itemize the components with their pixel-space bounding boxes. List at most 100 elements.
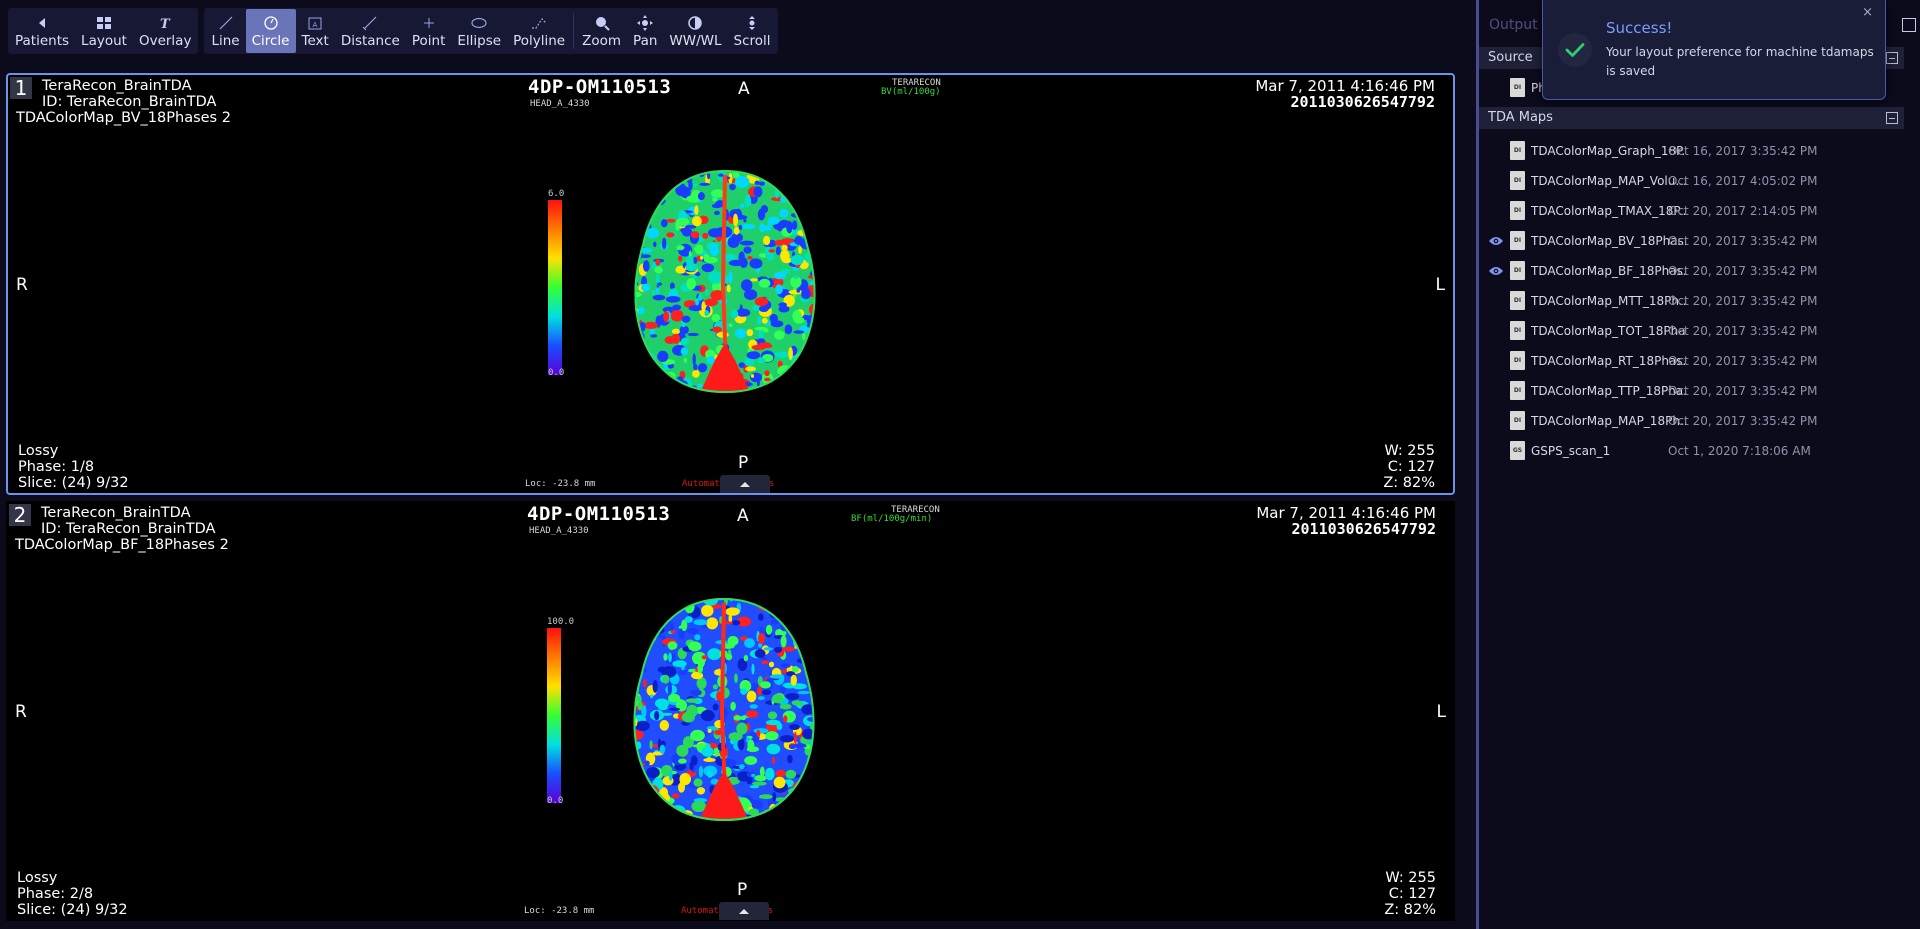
brain-perfusion-map[interactable]	[619, 593, 829, 823]
ellipse-tool-button[interactable]: Ellipse	[451, 9, 507, 53]
section-header-tda-maps[interactable]: TDA Maps	[1479, 107, 1904, 129]
series-date: Oct 20, 2017 3:35:42 PM	[1668, 354, 1818, 368]
viewport-1[interactable]: 1 TeraRecon_BrainTDA ID: TeraRecon_Brain…	[6, 73, 1455, 495]
point-tool-button[interactable]: Point	[406, 9, 452, 53]
series-item[interactable]: DI TDAColorMap_BV_18Phas... Oct 20, 2017 3…	[1479, 226, 1919, 256]
tool-label: Zoom	[582, 33, 622, 49]
orientation-bottom: P	[737, 880, 748, 900]
colorbar-max: 100.0	[547, 617, 575, 627]
expand-panel-icon[interactable]	[1902, 18, 1916, 32]
pan-icon	[637, 13, 654, 32]
dicom-file-icon: DI	[1510, 381, 1525, 400]
series-item[interactable]: DI TDAColorMap_MAP_Volu... Oct 16, 2017 4:…	[1479, 166, 1919, 196]
collapse-source-button[interactable]	[1886, 52, 1898, 64]
window-width: W: 255	[1384, 443, 1435, 459]
circle-icon	[263, 13, 279, 32]
series-item[interactable]: DI TDAColorMap_MTT_18Ph... Oct 20, 2017 3:…	[1479, 286, 1919, 316]
distance-tool-button[interactable]: Distance	[335, 9, 406, 53]
orientation-right: L	[1435, 275, 1445, 295]
series-name: TDAColorMap_TTP_18Pha...	[1531, 384, 1686, 398]
tool-label: Scroll	[733, 33, 771, 49]
zoom-level: Z: 82%	[1384, 902, 1436, 918]
zoom-tool-button[interactable]: Zoom	[576, 9, 627, 53]
series-date: Oct 16, 2017 4:05:02 PM	[1668, 174, 1818, 188]
ww-wl-tool-button[interactable]: WW/WL	[663, 9, 727, 53]
location-label: Loc: -23.8 mm	[524, 906, 595, 916]
study-subtitle: HEAD_A_4330	[529, 526, 589, 536]
app-root: Patients Layout T Overlay Line Circle A Text Di…	[0, 0, 1920, 929]
brain-perfusion-map[interactable]	[620, 165, 830, 395]
overlay-bottom-right: W: 255 C: 127 Z: 82%	[1384, 870, 1436, 918]
eye-icon[interactable]	[1488, 265, 1504, 277]
patient-name: TeraRecon_BrainTDA	[42, 78, 192, 94]
polyline-tool-button[interactable]: Polyline	[507, 9, 571, 53]
close-icon[interactable]: ×	[1862, 5, 1873, 20]
tool-label: Polyline	[513, 33, 566, 49]
dicom-file-icon: DI	[1510, 291, 1525, 310]
tool-label: Ellipse	[457, 33, 502, 49]
overlay-tool-button[interactable]: T Overlay	[133, 9, 197, 53]
colorbar-min: 0.0	[547, 796, 564, 806]
line-icon	[218, 13, 234, 32]
tool-label: Circle	[251, 33, 290, 49]
expand-panel-button[interactable]	[719, 902, 769, 920]
distance-icon	[362, 13, 378, 32]
series-item[interactable]: DI TDAColorMap_RT_18Phas... Oct 20, 2017 3…	[1479, 346, 1919, 376]
viewport-number: 1	[10, 77, 32, 99]
series-item[interactable]: DI TDAColorMap_TTP_18Pha... Oct 20, 2017 3…	[1479, 376, 1919, 406]
layout-tool-button[interactable]: Layout	[75, 9, 133, 53]
study-date: Mar 7, 2011 4:16:46 PM	[1255, 77, 1435, 95]
viewport-2[interactable]: 2 TeraRecon_BrainTDA ID: TeraRecon_Brain…	[6, 501, 1455, 921]
series-date: Oct 20, 2017 3:35:42 PM	[1668, 324, 1818, 338]
series-item[interactable]: DI TDAColorMap_BF_18Phas... Oct 20, 2017 3…	[1479, 256, 1919, 286]
text-tool-button[interactable]: A Text	[296, 9, 335, 53]
patients-tool-button[interactable]: Patients	[9, 9, 75, 53]
arrow-left-icon	[35, 13, 49, 32]
colorbar-min: 0.0	[548, 368, 565, 378]
map-unit-label: BF(ml/100g/min)	[851, 514, 933, 524]
pan-tool-button[interactable]: Pan	[627, 9, 663, 53]
success-toast: Success! Your layout preference for mach…	[1542, 0, 1886, 100]
series-description: TDAColorMap_BV_18Phases 2	[16, 110, 231, 126]
eye-icon[interactable]	[1488, 235, 1504, 247]
tool-label: Patients	[15, 33, 70, 49]
collapse-tda-maps-button[interactable]	[1886, 112, 1898, 124]
series-item[interactable]: DI TDAColorMap_MAP_18Ph... Oct 20, 2017 3:…	[1479, 406, 1919, 436]
accession-number: 2011030626547792	[1290, 93, 1436, 111]
orientation-top: A	[737, 506, 749, 526]
patient-id: ID: TeraRecon_BrainTDA	[41, 521, 216, 537]
window-center: C: 127	[1388, 886, 1436, 902]
series-item[interactable]: GS GSPS_scan_1 Oct 1, 2020 7:18:06 AM	[1479, 436, 1919, 466]
colorbar	[547, 628, 561, 803]
orientation-right: L	[1436, 702, 1446, 722]
series-name: TDAColorMap_MAP_Volu...	[1531, 174, 1686, 188]
series-date: Oct 20, 2017 2:14:05 PM	[1668, 204, 1818, 218]
series-item[interactable]: DI TDAColorMap_TOT_18Pha... Oct 20, 2017 3…	[1479, 316, 1919, 346]
circle-tool-button[interactable]: Circle	[245, 9, 296, 53]
orientation-left: R	[15, 702, 27, 722]
accession-number: 2011030626547792	[1291, 520, 1437, 538]
study-description: 4DP-OM110513	[528, 76, 672, 98]
svg-text:T: T	[160, 17, 171, 30]
toast-message: Your layout preference for machine tdama…	[1606, 45, 1874, 78]
colorbar	[548, 200, 562, 375]
window-center: C: 127	[1387, 459, 1435, 475]
expand-panel-button[interactable]	[720, 475, 770, 493]
phase-label: Phase: 1/8	[18, 459, 95, 475]
toolbar-separator	[573, 13, 575, 49]
series-item[interactable]: DI TDAColorMap_Graph_18P... Oct 16, 2017 3…	[1479, 136, 1919, 166]
dicom-file-icon: DI	[1510, 141, 1525, 160]
series-item[interactable]: DI TDAColorMap_TMAX_18P... Oct 20, 2017 2:…	[1479, 196, 1919, 226]
scroll-icon	[744, 13, 760, 32]
check-icon	[1558, 33, 1592, 67]
series-date: Oct 16, 2017 3:35:42 PM	[1668, 144, 1818, 158]
location-label: Loc: -23.8 mm	[525, 479, 596, 489]
series-date: Oct 20, 2017 3:35:42 PM	[1668, 414, 1818, 428]
overlay-top-left: TeraRecon_BrainTDA ID: TeraRecon_BrainTD…	[41, 505, 215, 537]
section-header-label: Source	[1488, 50, 1533, 65]
tool-label: Point	[411, 33, 446, 49]
tool-label: WW/WL	[669, 33, 722, 49]
series-name: TDAColorMap_TMAX_18P...	[1531, 204, 1686, 218]
line-tool-button[interactable]: Line	[205, 9, 245, 53]
scroll-tool-button[interactable]: Scroll	[728, 9, 777, 53]
